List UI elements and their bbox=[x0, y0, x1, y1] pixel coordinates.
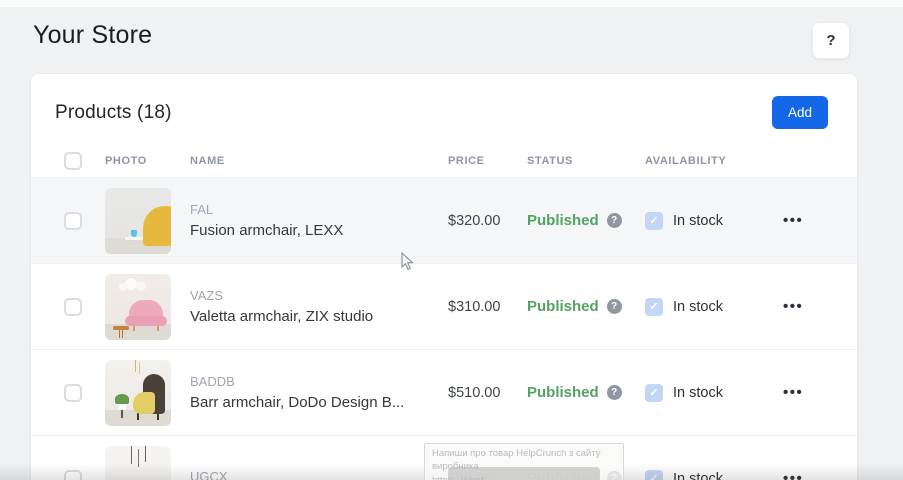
status-help-icon[interactable]: ? bbox=[607, 299, 622, 314]
row-select-checkbox[interactable] bbox=[64, 298, 82, 316]
product-sku: FAL bbox=[190, 202, 448, 217]
product-photo bbox=[105, 274, 171, 340]
select-all-checkbox[interactable] bbox=[64, 152, 82, 170]
table-row[interactable]: BADDB Barr armchair, DoDo Design B... $5… bbox=[31, 350, 857, 436]
table-header-row: PHOTO NAME PRICE STATUS AVAILABILITY bbox=[31, 145, 857, 178]
product-photo bbox=[105, 360, 171, 426]
product-photo bbox=[105, 446, 171, 480]
row-select-checkbox[interactable] bbox=[64, 384, 82, 402]
drag-tooltip: Напиши про товар HelpCrunch з сайту виро… bbox=[424, 443, 624, 480]
column-header-name: NAME bbox=[190, 155, 448, 167]
in-stock-label: In stock bbox=[673, 385, 723, 401]
drag-tooltip-line1: Напиши про товар HelpCrunch з сайту виро… bbox=[432, 447, 616, 474]
product-sku: BADDB bbox=[190, 374, 448, 389]
row-actions-menu-button[interactable]: ••• bbox=[783, 470, 803, 480]
products-count-title: Products (18) bbox=[55, 102, 172, 124]
column-header-price: PRICE bbox=[448, 155, 527, 167]
status-badge: Published bbox=[527, 384, 599, 401]
help-button[interactable]: ? bbox=[812, 22, 850, 59]
in-stock-label: In stock bbox=[673, 471, 723, 480]
product-photo bbox=[105, 188, 171, 254]
column-header-availability: AVAILABILITY bbox=[645, 155, 783, 167]
table-row[interactable]: FAL Fusion armchair, LEXX $320.00 Publis… bbox=[31, 178, 857, 264]
row-actions-menu-button[interactable]: ••• bbox=[783, 212, 803, 229]
in-stock-checkbox[interactable]: ✓ bbox=[645, 384, 663, 402]
row-select-checkbox[interactable] bbox=[64, 212, 82, 230]
row-select-checkbox[interactable] bbox=[64, 470, 82, 480]
in-stock-checkbox[interactable]: ✓ bbox=[645, 298, 663, 316]
products-panel: Products (18) Add PHOTO NAME PRICE STATU… bbox=[31, 74, 857, 480]
product-name: Barr armchair, DoDo Design B... bbox=[190, 394, 448, 411]
product-sku: VAZS bbox=[190, 288, 448, 303]
row-actions-menu-button[interactable]: ••• bbox=[783, 384, 803, 401]
status-badge: Published bbox=[527, 298, 599, 315]
in-stock-checkbox[interactable]: ✓ bbox=[645, 470, 663, 480]
status-help-icon[interactable]: ? bbox=[607, 385, 622, 400]
status-badge: Published bbox=[527, 212, 599, 229]
in-stock-label: In stock bbox=[673, 213, 723, 229]
column-header-photo: PHOTO bbox=[105, 155, 190, 167]
products-panel-header: Products (18) Add bbox=[31, 74, 857, 145]
product-sku: UGCX bbox=[190, 469, 448, 480]
top-strip bbox=[0, 0, 903, 7]
question-mark-icon: ? bbox=[826, 32, 835, 49]
column-header-status: STATUS bbox=[527, 155, 645, 167]
page-title: Your Store bbox=[33, 21, 152, 50]
in-stock-label: In stock bbox=[673, 299, 723, 315]
product-price: $320.00 bbox=[448, 213, 527, 229]
drag-tooltip-line2: https - Word bbox=[432, 474, 616, 480]
status-help-icon[interactable]: ? bbox=[607, 213, 622, 228]
add-product-button[interactable]: Add bbox=[772, 96, 828, 129]
row-actions-menu-button[interactable]: ••• bbox=[783, 298, 803, 315]
product-name: Fusion armchair, LEXX bbox=[190, 222, 448, 239]
product-price: $310.00 bbox=[448, 299, 527, 315]
product-name: Valetta armchair, ZIX studio bbox=[190, 308, 448, 325]
product-price: $510.00 bbox=[448, 385, 527, 401]
in-stock-checkbox[interactable]: ✓ bbox=[645, 212, 663, 230]
table-row[interactable]: VAZS Valetta armchair, ZIX studio $310.0… bbox=[31, 264, 857, 350]
